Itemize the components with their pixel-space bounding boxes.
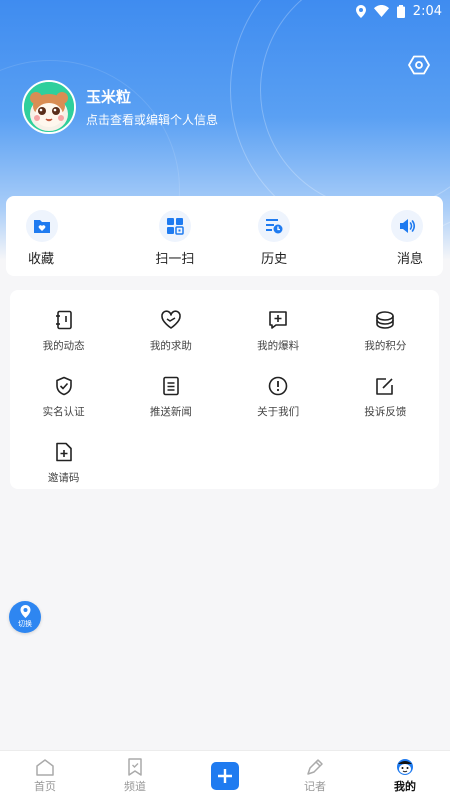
- quick-item-favorites[interactable]: 收藏: [6, 196, 125, 276]
- menu-label: 邀请码: [47, 471, 80, 484]
- file-plus-icon: [55, 442, 72, 461]
- tab-reporter[interactable]: 记者: [270, 751, 360, 800]
- location-pin-icon: [20, 605, 30, 618]
- menu-item-feedback[interactable]: 投诉反馈: [332, 364, 439, 430]
- menu-label: 实名认证: [42, 405, 85, 418]
- avatar-hamster-icon: [24, 82, 74, 132]
- shield-check-icon: [55, 376, 72, 395]
- favorite-folder-icon: [34, 220, 50, 233]
- menu-item-push-news[interactable]: 推送新闻: [117, 364, 224, 430]
- avatar[interactable]: [22, 80, 76, 134]
- add-box-icon: [269, 310, 287, 329]
- bottom-tab-bar: 首页 频道 记者 我的: [0, 750, 450, 800]
- quick-item-messages[interactable]: 消息: [324, 196, 443, 276]
- menu-label: 推送新闻: [149, 405, 192, 418]
- menu-card: 我的动态 我的求助 我的爆料 我的积分 实名认证 推送新闻 关于我们 投诉反馈 …: [10, 290, 439, 489]
- quick-label: 消息: [396, 252, 423, 267]
- menu-item-my-points[interactable]: 我的积分: [332, 298, 439, 364]
- menu-item-my-posts[interactable]: 我的动态: [10, 298, 117, 364]
- quick-label: 收藏: [28, 252, 55, 267]
- wifi-icon: [373, 5, 389, 17]
- menu-label: 我的求助: [149, 339, 192, 352]
- switch-location-button[interactable]: 切换: [9, 601, 41, 633]
- menu-item-my-tips[interactable]: 我的爆料: [225, 298, 332, 364]
- tab-channel[interactable]: 频道: [90, 751, 180, 800]
- quick-actions-card: 收藏 扫一扫 历史 消息: [6, 196, 443, 276]
- username: 玉米粒: [86, 88, 132, 106]
- quick-label: 扫一扫: [155, 252, 195, 267]
- status-time: 2:04: [412, 3, 442, 19]
- tab-label: 频道: [124, 779, 146, 793]
- menu-label: 我的积分: [364, 339, 407, 352]
- switch-label: 切换: [18, 620, 32, 628]
- menu-item-my-help[interactable]: 我的求助: [117, 298, 224, 364]
- battery-icon: [396, 4, 405, 18]
- tab-label: 记者: [304, 779, 326, 793]
- menu-item-about-us[interactable]: 关于我们: [225, 364, 332, 430]
- tab-label: 我的: [394, 779, 416, 793]
- face-icon: [397, 758, 413, 775]
- tab-add[interactable]: [180, 751, 270, 800]
- status-bar: 2:04: [0, 0, 450, 22]
- info-icon: [268, 376, 288, 395]
- home-icon: [36, 758, 54, 776]
- profile-section[interactable]: 玉米粒 点击查看或编辑个人信息: [22, 80, 218, 134]
- heart-icon: [161, 309, 181, 329]
- coins-icon: [376, 310, 395, 329]
- document-icon: [163, 376, 179, 395]
- tab-label: 首页: [34, 779, 56, 793]
- history-icon: [266, 219, 283, 234]
- quick-item-history[interactable]: 历史: [225, 196, 324, 276]
- profile-subtitle: 点击查看或编辑个人信息: [86, 113, 219, 127]
- tab-home[interactable]: 首页: [0, 751, 90, 800]
- quick-label: 历史: [261, 252, 288, 267]
- menu-label: 我的动态: [42, 339, 85, 352]
- location-icon: [355, 4, 366, 18]
- add-icon: [218, 768, 232, 783]
- speaker-icon: [400, 219, 416, 233]
- settings-hexagon-icon: [408, 55, 430, 75]
- menu-item-invite-code[interactable]: 邀请码: [10, 430, 117, 496]
- menu-label: 投诉反馈: [364, 405, 407, 418]
- pen-icon: [307, 758, 323, 775]
- menu-label: 关于我们: [257, 405, 300, 418]
- bookmark-icon: [128, 757, 142, 776]
- notebook-icon: [55, 310, 72, 329]
- tab-mine[interactable]: 我的: [360, 751, 450, 800]
- quick-item-scan[interactable]: 扫一扫: [125, 196, 224, 276]
- settings-button[interactable]: [406, 52, 432, 78]
- add-button[interactable]: [211, 761, 239, 790]
- edit-icon: [376, 377, 394, 395]
- menu-label: 我的爆料: [257, 339, 300, 352]
- menu-item-verification[interactable]: 实名认证: [10, 364, 117, 430]
- scan-icon: [166, 218, 184, 235]
